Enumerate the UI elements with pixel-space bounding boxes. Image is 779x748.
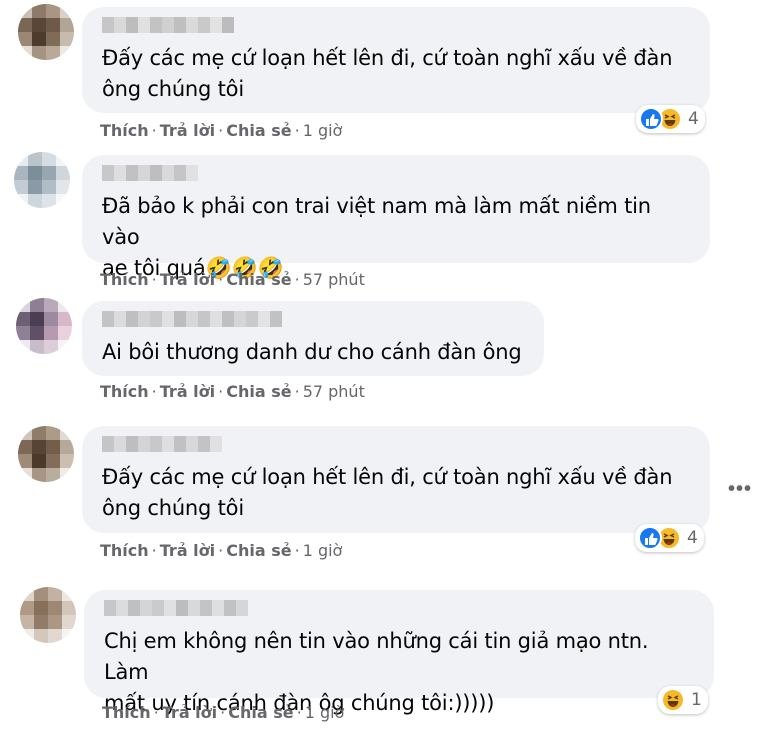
comment-actions: Thích · Trả lời · Chia sẻ · 57 phút — [100, 270, 365, 289]
separator: · — [294, 382, 300, 401]
separator: · — [151, 121, 157, 140]
like-reaction-icon — [638, 526, 662, 550]
avatar[interactable] — [18, 426, 74, 482]
comment-text-line: Đã bảo k phải con trai việt nam mà làm m… — [102, 194, 651, 249]
reaction-summary[interactable]: 1 — [658, 686, 708, 714]
timestamp[interactable]: 1 giờ — [305, 703, 345, 722]
share-link[interactable]: Chia sẻ — [228, 703, 293, 722]
separator: · — [294, 270, 300, 289]
reply-link[interactable]: Trả lời — [162, 703, 217, 722]
like-reaction-icon — [639, 107, 663, 131]
reply-link[interactable]: Trả lời — [160, 382, 215, 401]
avatar[interactable] — [20, 587, 76, 643]
separator: · — [296, 703, 302, 722]
comment-bubble: Đã bảo k phải con trai việt nam mà làm m… — [82, 155, 710, 280]
comment-text: Ai bôi thương danh dư cho cánh đàn ông — [102, 337, 528, 368]
separator: · — [294, 121, 300, 140]
like-link[interactable]: Thích — [100, 541, 149, 560]
author-name-blurred[interactable] — [104, 600, 698, 616]
author-name-blurred[interactable] — [102, 311, 528, 327]
reaction-count: 4 — [688, 109, 699, 129]
comment-actions: Thích · Trả lời · Chia sẻ · 1 giờ — [100, 121, 342, 140]
reply-link[interactable]: Trả lời — [160, 270, 215, 289]
separator: · — [151, 382, 157, 401]
comment-text: Đấy các mẹ cứ loạn hết lên đi, cứ toàn n… — [102, 462, 694, 524]
comment-actions: Thích · Trả lời · Chia sẻ · 57 phút — [100, 382, 365, 401]
share-link[interactable]: Chia sẻ — [226, 541, 291, 560]
more-horizontal-icon[interactable]: ••• — [728, 478, 752, 501]
comment-text: Đấy các mẹ cứ loạn hết lên đi, cứ toàn n… — [102, 43, 694, 105]
separator: · — [218, 121, 224, 140]
separator: · — [153, 703, 159, 722]
separator: · — [218, 382, 224, 401]
like-link[interactable]: Thích — [100, 382, 149, 401]
comment-bubble: Ai bôi thương danh dư cho cánh đàn ông — [82, 301, 544, 376]
share-link[interactable]: Chia sẻ — [226, 121, 291, 140]
separator: · — [151, 541, 157, 560]
comment-text-line: ông chúng tôi — [102, 77, 244, 101]
comment-text-line: Ai bôi thương danh dư cho cánh đàn ông — [102, 340, 522, 364]
separator: · — [151, 270, 157, 289]
timestamp[interactable]: 57 phút — [303, 270, 365, 289]
comment-bubble: Đấy các mẹ cứ loạn hết lên đi, cứ toàn n… — [82, 7, 710, 113]
comment-actions: Thích · Trả lời · Chia sẻ · 1 giờ — [102, 703, 344, 722]
comment-text-line: Đấy các mẹ cứ loạn hết lên đi, cứ toàn n… — [102, 465, 673, 489]
reaction-count: 4 — [687, 528, 698, 548]
reaction-summary[interactable]: 4 — [635, 524, 704, 552]
comment-actions: Thích · Trả lời · Chia sẻ · 1 giờ — [100, 541, 342, 560]
timestamp[interactable]: 1 giờ — [303, 541, 343, 560]
comment-text-line: ông chúng tôi — [102, 496, 244, 520]
like-link[interactable]: Thích — [100, 121, 149, 140]
share-link[interactable]: Chia sẻ — [226, 382, 291, 401]
avatar[interactable] — [18, 4, 74, 60]
separator: · — [220, 703, 226, 722]
timestamp[interactable]: 57 phút — [303, 382, 365, 401]
avatar[interactable] — [16, 298, 72, 354]
avatar[interactable] — [14, 152, 70, 208]
share-link[interactable]: Chia sẻ — [226, 270, 291, 289]
author-name-blurred[interactable] — [102, 436, 694, 452]
separator: · — [294, 541, 300, 560]
comment-text-line: Chị em không nên tin vào những cái tin g… — [104, 629, 649, 684]
reaction-summary[interactable]: 4 — [636, 105, 705, 133]
separator: · — [218, 541, 224, 560]
haha-reaction-icon — [661, 688, 685, 712]
timestamp[interactable]: 1 giờ — [303, 121, 343, 140]
reply-link[interactable]: Trả lời — [160, 541, 215, 560]
comment-text-line: Đấy các mẹ cứ loạn hết lên đi, cứ toàn n… — [102, 46, 673, 70]
like-link[interactable]: Thích — [100, 270, 149, 289]
separator: · — [218, 270, 224, 289]
reaction-count: 1 — [691, 690, 702, 710]
author-name-blurred[interactable] — [102, 17, 694, 33]
reply-link[interactable]: Trả lời — [160, 121, 215, 140]
like-link[interactable]: Thích — [102, 703, 151, 722]
comment-bubble: Chị em không nên tin vào những cái tin g… — [84, 590, 714, 715]
author-name-blurred[interactable] — [102, 165, 694, 181]
comment-bubble: Đấy các mẹ cứ loạn hết lên đi, cứ toàn n… — [82, 426, 710, 533]
